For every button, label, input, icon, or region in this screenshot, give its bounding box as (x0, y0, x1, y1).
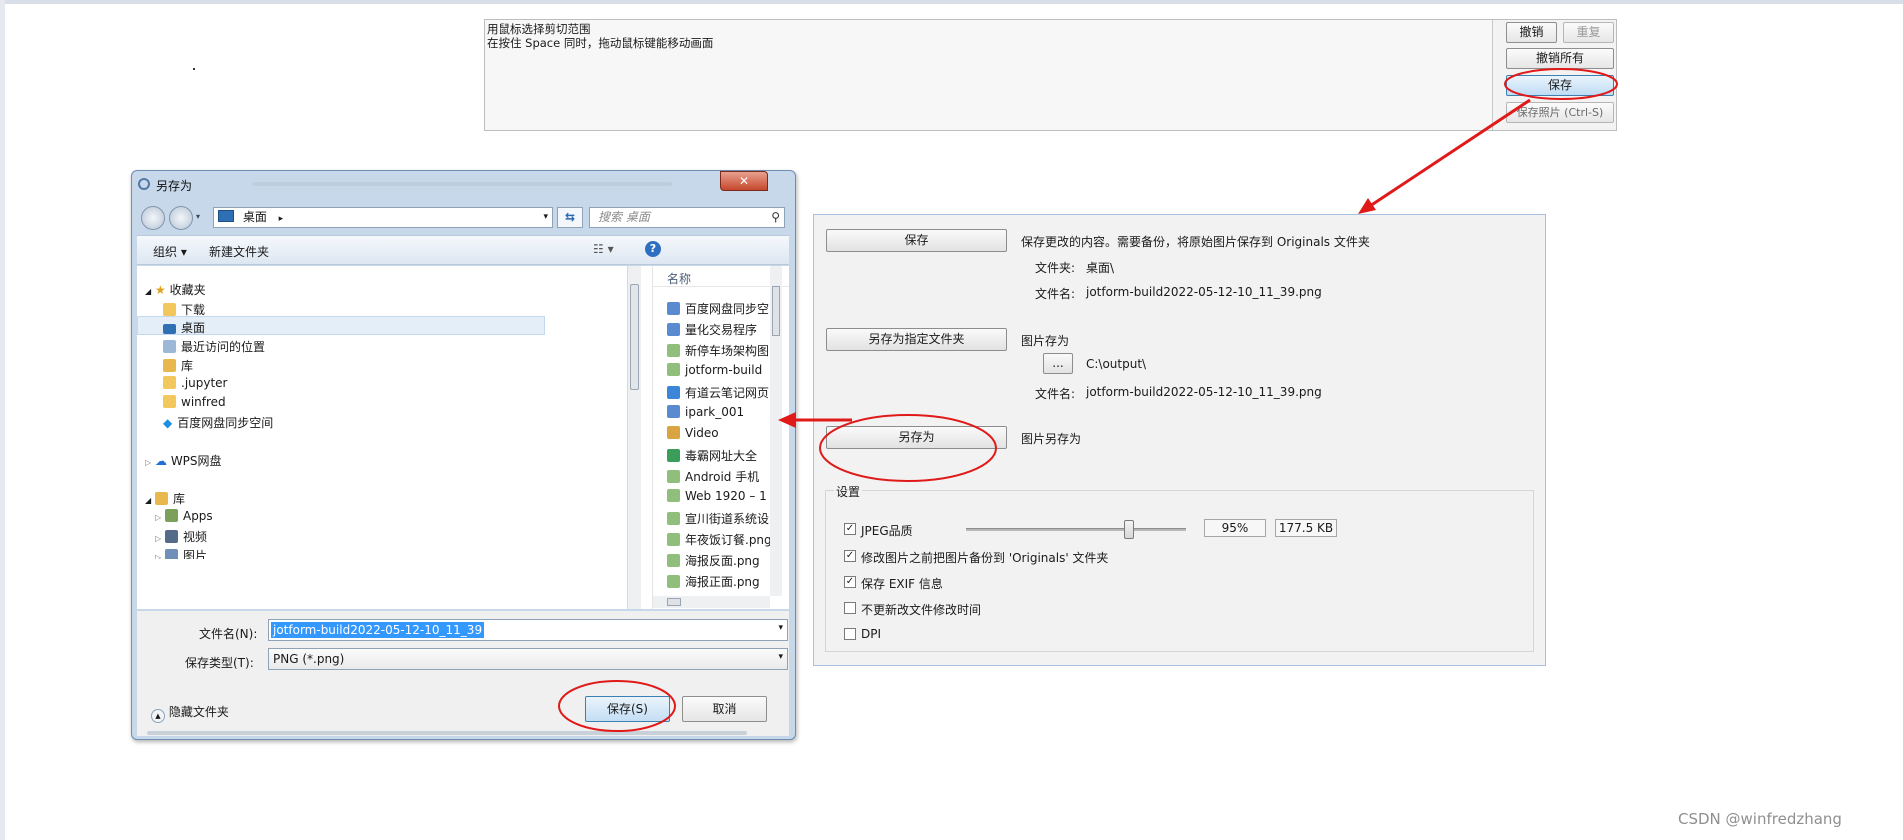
annotation-overlay (558, 68, 1618, 732)
arrow-to-dialog-head (778, 412, 796, 428)
watermark: CSDN @winfredzhang (1678, 810, 1842, 828)
arrow-to-options (1369, 98, 1531, 208)
save-as-highlight-ellipse (819, 414, 997, 482)
arrow-to-options-head (1358, 198, 1376, 214)
dialog-save-highlight-ellipse (558, 680, 676, 732)
save-highlight-ellipse (1504, 68, 1618, 100)
